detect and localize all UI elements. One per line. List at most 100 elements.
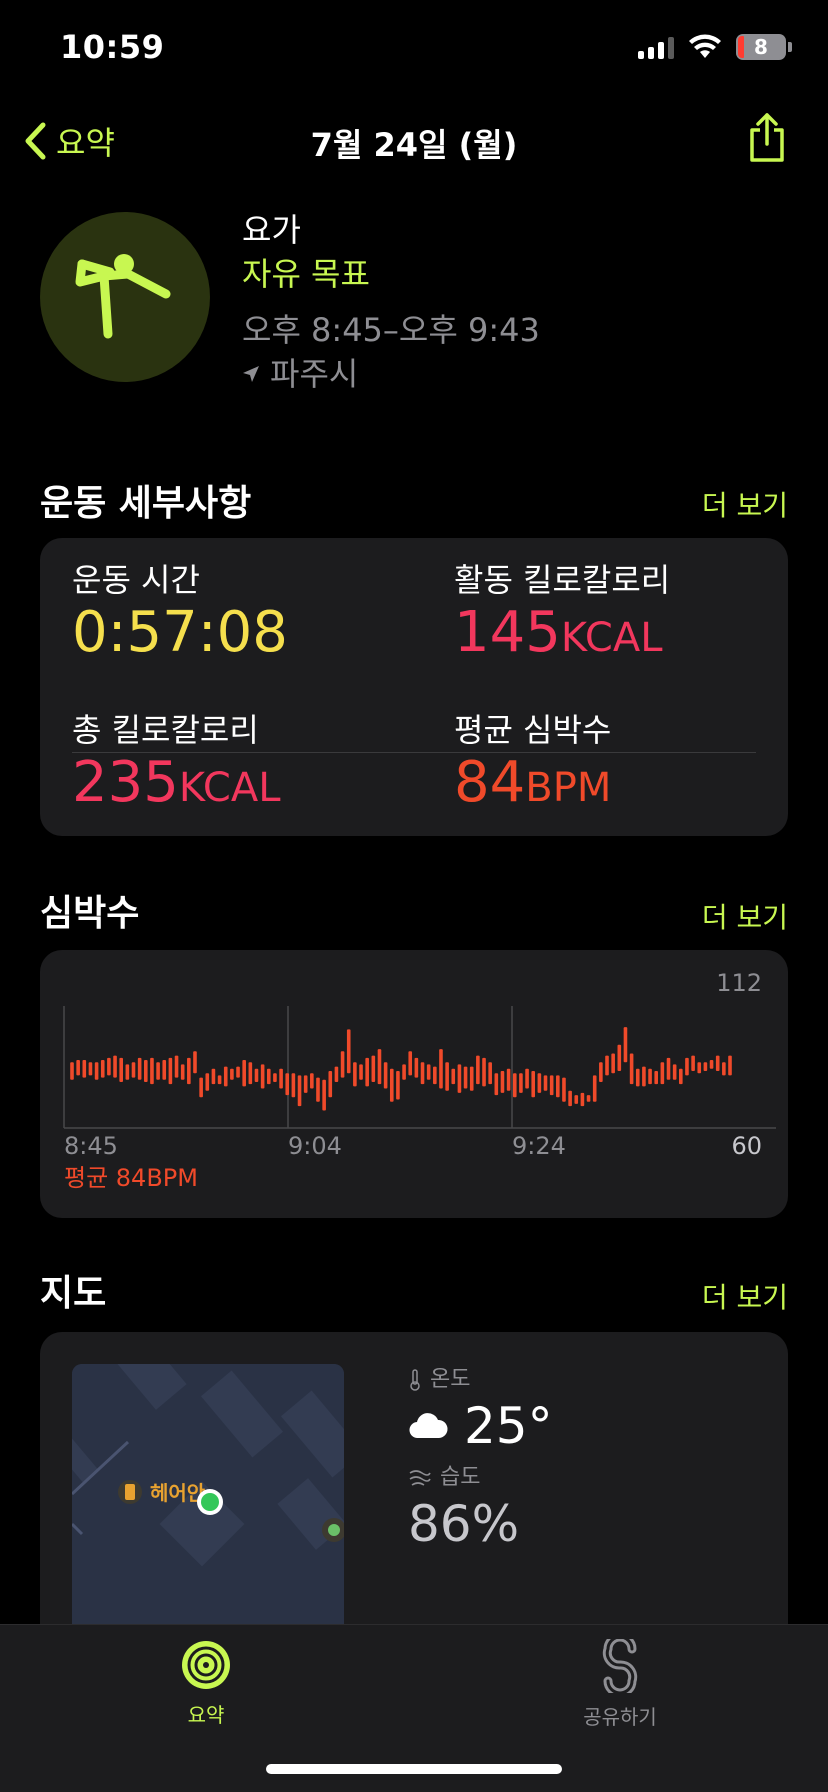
heart-rate-bar (125, 1064, 130, 1080)
navigation-bar: 요약 7월 24일 (월) (0, 100, 828, 180)
metric-active-kcal: 활동 킬로칼로리 145KCAL (454, 560, 670, 671)
heart-rate-bar (365, 1057, 369, 1087)
heart-rate-bar (672, 1064, 677, 1080)
x-tick-labels: 8:45 9:04 9:24 (64, 1132, 566, 1160)
heart-rate-bar (211, 1068, 216, 1085)
heart-rate-bar (100, 1060, 105, 1078)
chart-bars (70, 1027, 732, 1111)
heart-rate-bar (377, 1049, 382, 1085)
heart-rate-bar (119, 1057, 123, 1082)
cellular-signal-icon (638, 35, 674, 59)
heart-rate-bar (94, 1062, 99, 1080)
yoga-pose-icon (75, 254, 171, 339)
heart-rate-section-title: 심박수 (40, 893, 140, 934)
heart-rate-bar (691, 1055, 695, 1071)
heart-rate-bar (76, 1060, 80, 1076)
tab-sharing-label: 공유하기 (583, 1705, 657, 1729)
metric-total-kcal: 총 킬로칼로리 235KCAL (72, 710, 281, 821)
active-kcal-value: 145KCAL (454, 600, 670, 671)
heart-rate-bar (531, 1071, 536, 1098)
map-more-link[interactable]: 더 보기 (702, 1276, 788, 1316)
metric-duration: 운동 시간 0:57:08 (72, 560, 288, 666)
heart-rate-bar (353, 1062, 357, 1087)
temperature-label-row: 온도 (408, 1366, 553, 1394)
heart-rate-bar (512, 1073, 517, 1098)
heart-rate-bar (408, 1051, 413, 1076)
wifi-icon (689, 34, 721, 58)
workout-name: 요가 (242, 211, 301, 249)
heart-rate-bar (611, 1053, 615, 1074)
heart-rate-bar (482, 1057, 486, 1087)
heart-rate-bar (150, 1057, 154, 1085)
heart-rate-bar (303, 1075, 308, 1093)
total-kcal-number: 235 (72, 750, 179, 815)
heart-rate-bar (273, 1073, 277, 1082)
temperature-label: 온도 (430, 1367, 471, 1392)
details-more-link[interactable]: 더 보기 (702, 484, 788, 524)
share-icon[interactable] (746, 112, 788, 164)
workout-info: 요가 자유 목표 오후 8:45–오후 9:43 파주시 (242, 208, 540, 396)
heart-rate-bar (494, 1073, 499, 1096)
tab-summary[interactable]: 요약 (136, 1639, 276, 1728)
cloud-icon (409, 1413, 448, 1439)
avg-hr-label: 평균 심박수 (454, 711, 612, 749)
route-map[interactable]: 헤어안 (72, 1364, 344, 1634)
location-text: 파주시 (270, 355, 359, 393)
battery-level: 8 (754, 35, 768, 59)
heart-rate-more-link[interactable]: 더 보기 (702, 896, 788, 936)
page-title: 7월 24일 (월) (310, 126, 518, 164)
x-tick-label: 9:24 (512, 1132, 566, 1160)
status-icons: 8 (638, 34, 792, 60)
heart-rate-bar (310, 1073, 314, 1089)
heart-rate-bar (217, 1075, 222, 1085)
heart-rate-bar (156, 1062, 160, 1080)
status-time: 10:59 (60, 28, 165, 66)
heart-rate-bar (703, 1062, 708, 1071)
sharing-icon (602, 1632, 638, 1698)
heart-rate-bar (697, 1062, 702, 1074)
heart-rate-bar (519, 1073, 523, 1093)
heart-rate-bar (426, 1064, 431, 1080)
map-card[interactable]: 헤어안 온도 25° 습도 86% (40, 1332, 788, 1634)
heart-rate-bar (562, 1077, 566, 1102)
workout-goal: 자유 목표 (242, 255, 370, 293)
heart-rate-bar (648, 1068, 652, 1085)
heart-rate-bar (131, 1062, 136, 1078)
heart-rate-bar (88, 1062, 93, 1076)
avg-hr-number: 84 (454, 750, 526, 815)
heart-rate-bar (297, 1075, 302, 1107)
humidity-label: 습도 (440, 1465, 481, 1490)
workout-details-card[interactable]: 운동 시간 0:57:08 활동 킬로칼로리 145KCAL 총 킬로칼로리 2… (40, 538, 788, 836)
heart-rate-bar (722, 1062, 726, 1076)
heart-rate-bar (500, 1071, 505, 1093)
heart-rate-bar (230, 1068, 234, 1080)
tab-sharing[interactable]: 공유하기 (550, 1632, 690, 1730)
heart-rate-bar (291, 1073, 296, 1098)
heart-rate-bar (285, 1073, 290, 1096)
heart-rate-bar (254, 1068, 259, 1082)
heart-rate-bar (543, 1075, 548, 1091)
heart-rate-bar (586, 1095, 591, 1102)
humidity-label-row: 습도 (408, 1464, 553, 1492)
heart-rate-bar (592, 1075, 597, 1102)
heart-rate-bar (322, 1079, 326, 1111)
heart-rate-bar (605, 1055, 609, 1076)
heart-rate-bar (715, 1055, 720, 1071)
active-kcal-number: 145 (454, 600, 561, 665)
heart-rate-bar (389, 1068, 394, 1102)
heart-rate-bar (580, 1092, 585, 1107)
heart-rate-bar (629, 1053, 634, 1085)
heart-rate-bar (549, 1075, 554, 1096)
heart-rate-bar (556, 1075, 560, 1098)
heart-rate-bar (506, 1068, 511, 1091)
heart-rate-bar (451, 1068, 456, 1085)
total-kcal-value: 235KCAL (72, 750, 281, 821)
avg-hr-value: 84BPM (454, 750, 611, 821)
thermometer-icon (410, 1369, 420, 1391)
heart-rate-bar (316, 1077, 320, 1102)
avg-hr-unit: BPM (525, 765, 612, 811)
location-arrow-icon (243, 366, 259, 382)
humidity-value: 86% (408, 1495, 520, 1553)
heart-rate-card[interactable]: 112 60 8:45 9:04 9:24 평균 84BPM (40, 950, 788, 1218)
total-kcal-unit: KCAL (178, 765, 281, 811)
